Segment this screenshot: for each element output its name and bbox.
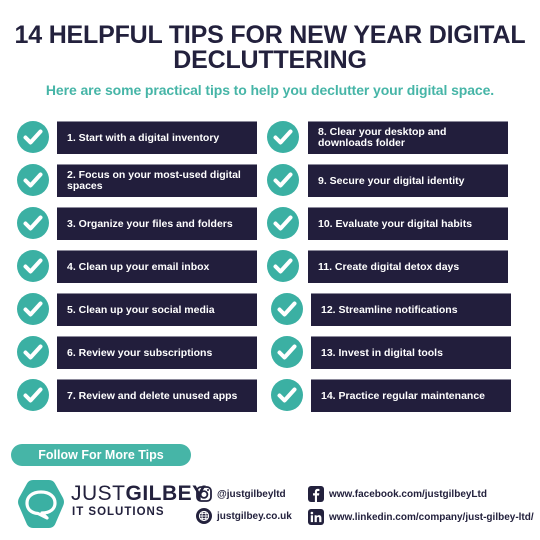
title-line-1: 14 HELPFUL TIPS FOR NEW YEAR DIGITAL [14, 21, 526, 49]
brand-name: JUSTGILBEY [71, 483, 207, 505]
tip-item: 13. Invest in digital tools [0, 336, 540, 369]
tip-item: 11. Create digital detox days [0, 250, 540, 283]
linkedin-icon [308, 509, 324, 525]
tip-label-box: 8. Clear your desktop and downloads fold… [308, 121, 508, 154]
brand-tagline: IT SOLUTIONS [72, 506, 165, 518]
linkedin-link[interactable]: www.linkedin.com/company/just-gilbey-ltd… [308, 509, 534, 525]
facebook-url: www.facebook.com/justgilbeyLtd [329, 488, 487, 500]
check-circle-icon [271, 293, 303, 325]
follow-label: Follow For More Tips [38, 448, 164, 462]
tip-item: 8. Clear your desktop and downloads fold… [0, 121, 540, 154]
tip-label: 14. Practice regular maintenance [321, 389, 485, 402]
website-url: justgilbey.co.uk [217, 510, 292, 522]
check-circle-icon [267, 164, 299, 196]
linkedin-url: www.linkedin.com/company/just-gilbey-ltd… [329, 511, 534, 523]
check-circle-icon [271, 336, 303, 368]
tip-label: 13. Invest in digital tools [321, 346, 443, 359]
instagram-handle: @justgilbeyltd [217, 488, 286, 500]
tip-label: 10. Evaluate your digital habits [318, 217, 473, 230]
tip-item: 10. Evaluate your digital habits [0, 207, 540, 240]
brand-name-bold: GILBEY [125, 482, 207, 505]
subtitle: Here are some practical tips to help you… [45, 82, 495, 98]
logo-icon [17, 478, 65, 530]
brand-name-light: JUST [71, 482, 126, 505]
tip-label: 12. Streamline notifications [321, 303, 458, 316]
tip-label-box: 11. Create digital detox days [308, 250, 508, 283]
website-link[interactable]: justgilbey.co.uk [196, 508, 292, 524]
tip-label-box: 13. Invest in digital tools [311, 336, 511, 369]
check-circle-icon [267, 121, 299, 153]
tip-item: 9. Secure your digital identity [0, 164, 540, 197]
check-circle-icon [271, 379, 303, 411]
tip-label: 8. Clear your desktop and downloads fold… [318, 126, 447, 149]
facebook-link[interactable]: www.facebook.com/justgilbeyLtd [308, 486, 487, 502]
check-circle-icon [267, 207, 299, 239]
tip-label: 11. Create digital detox days [318, 260, 460, 273]
title-line-2: DECLUTTERING [173, 46, 367, 74]
facebook-icon [308, 486, 324, 502]
globe-icon [196, 508, 212, 524]
page-title: 14 HELPFUL TIPS FOR NEW YEAR DIGITAL DEC… [0, 23, 540, 73]
instagram-icon [196, 486, 212, 502]
follow-button[interactable]: Follow For More Tips [11, 444, 191, 466]
tip-label-box: 12. Streamline notifications [311, 293, 511, 326]
instagram-link[interactable]: @justgilbeyltd [196, 486, 286, 502]
tip-label-box: 9. Secure your digital identity [308, 164, 508, 197]
tip-label: 9. Secure your digital identity [318, 174, 465, 187]
tip-label-box: 10. Evaluate your digital habits [308, 207, 508, 240]
tip-item: 14. Practice regular maintenance [0, 379, 540, 412]
tip-item: 12. Streamline notifications [0, 293, 540, 326]
check-circle-icon [267, 250, 299, 282]
tip-label-box: 14. Practice regular maintenance [311, 379, 511, 412]
